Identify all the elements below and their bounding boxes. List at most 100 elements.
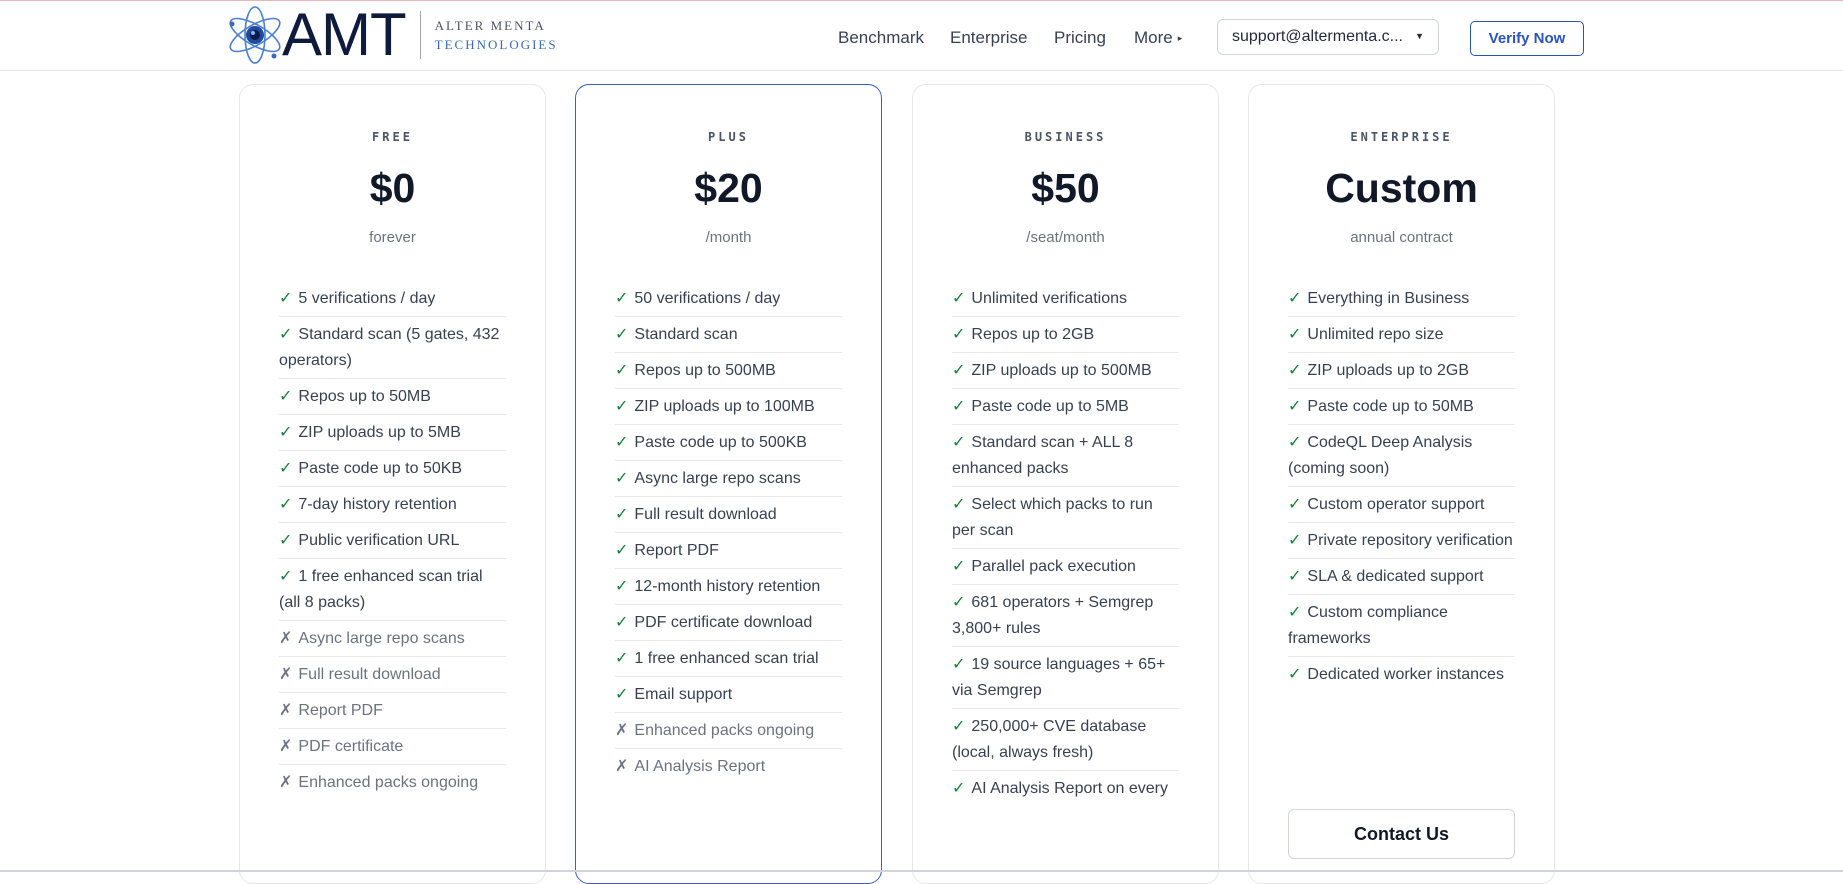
plan-period: /month (705, 229, 752, 246)
feature-item: ✗ Enhanced packs ongoing (615, 713, 842, 749)
feature-text: Private repository verification (1307, 532, 1513, 549)
plan-price: $0 (369, 165, 416, 211)
check-icon: ✓ (1288, 496, 1302, 513)
check-icon: ✓ (279, 532, 293, 549)
chevron-down-icon: ▼ (1415, 31, 1424, 41)
cross-icon: ✗ (615, 758, 629, 775)
feature-text: 19 source languages + 65+ via Semgrep (952, 656, 1166, 699)
brand-mark: AMT (282, 1, 407, 68)
feature-text: Repos up to 2GB (971, 326, 1095, 343)
feature-text: 5 verifications / day (298, 290, 436, 307)
check-icon: ✓ (1288, 398, 1302, 415)
feature-item: ✓ Custom compliance frameworks (1288, 595, 1515, 657)
feature-text: 12-month history retention (634, 578, 821, 595)
check-icon: ✓ (1288, 434, 1302, 451)
feature-text: Email support (634, 686, 733, 703)
feature-text: Full result download (634, 506, 777, 523)
feature-item: ✓ Unlimited repo size (1288, 317, 1515, 353)
feature-text: ZIP uploads up to 500MB (971, 362, 1152, 379)
atom-icon (229, 6, 281, 64)
brand-name-line2: TECHNOLOGIES (434, 37, 558, 52)
plan-tier: PLUS (708, 130, 749, 144)
feature-item: ✓ Standard scan (5 gates, 432 operators) (279, 317, 506, 379)
feature-item: ✓ CodeQL Deep Analysis (coming soon) (1288, 425, 1515, 487)
check-icon: ✓ (1288, 362, 1302, 379)
cross-icon: ✗ (615, 722, 629, 739)
feature-item: ✓ Email support (615, 677, 842, 713)
plan-period: forever (369, 229, 416, 246)
feature-text: Public verification URL (298, 532, 460, 549)
feature-item: ✓ 681 operators + Semgrep 3,800+ rules (952, 585, 1179, 647)
feature-item: ✓ PDF certificate download (615, 605, 842, 641)
check-icon: ✓ (952, 594, 966, 611)
feature-text: Unlimited verifications (971, 290, 1128, 307)
feature-text: 681 operators + Semgrep 3,800+ rules (952, 594, 1154, 637)
check-icon: ✓ (615, 470, 629, 487)
check-icon: ✓ (615, 362, 629, 379)
check-icon: ✓ (279, 568, 293, 585)
feature-text: 1 free enhanced scan trial (all 8 packs) (279, 568, 483, 611)
verify-now-button[interactable]: Verify Now (1470, 21, 1584, 56)
feature-item: ✓ SLA & dedicated support (1288, 559, 1515, 595)
feature-item: ✓ Full result download (615, 497, 842, 533)
feature-list: ✓ Unlimited verifications ✓ Repos up to 2GB… (952, 281, 1179, 806)
feature-text: ZIP uploads up to 100MB (634, 398, 815, 415)
check-icon: ✓ (1288, 326, 1302, 343)
feature-item: ✗ Report PDF (279, 693, 506, 729)
check-icon: ✓ (952, 398, 966, 415)
feature-item: ✓ 12-month history retention (615, 569, 842, 605)
feature-text: Async large repo scans (634, 470, 801, 487)
feature-text: Unlimited repo size (1307, 326, 1444, 343)
cross-icon: ✗ (279, 702, 293, 719)
account-email: support@altermenta.c... (1232, 28, 1403, 45)
plan-price: Custom (1325, 165, 1478, 211)
feature-item: ✓ Everything in Business (1288, 281, 1515, 317)
feature-item: ✓ Paste code up to 50MB (1288, 389, 1515, 425)
feature-text: Custom operator support (1307, 496, 1485, 513)
check-icon: ✓ (615, 434, 629, 451)
feature-item: ✓ 50 verifications / day (615, 281, 842, 317)
check-icon: ✓ (279, 460, 293, 477)
nav-enterprise[interactable]: Enterprise (950, 28, 1027, 48)
account-dropdown[interactable]: support@altermenta.c... ▼ (1217, 19, 1439, 55)
check-icon: ✓ (279, 326, 293, 343)
feature-text: PDF certificate (298, 738, 404, 755)
check-icon: ✓ (279, 496, 293, 513)
plan-card-free: FREE $0 forever ✓ 5 verifications / day ✓ S… (239, 84, 546, 884)
nav-pricing[interactable]: Pricing (1054, 28, 1106, 48)
feature-item: ✓ ZIP uploads up to 2GB (1288, 353, 1515, 389)
feature-item: ✓ 250,000+ CVE database (local, always fr… (952, 709, 1179, 771)
nav-more[interactable]: More ▸ (1134, 28, 1182, 48)
check-icon: ✓ (952, 434, 966, 451)
feature-text: Standard scan (634, 326, 738, 343)
cross-icon: ✗ (279, 774, 293, 791)
feature-item: ✓ Public verification URL (279, 523, 506, 559)
check-icon: ✓ (952, 780, 966, 797)
feature-item: ✓ Repos up to 50MB (279, 379, 506, 415)
check-icon: ✓ (952, 326, 966, 343)
feature-text: Repos up to 500MB (634, 362, 776, 379)
feature-text: 1 free enhanced scan trial (634, 650, 819, 667)
check-icon: ✓ (952, 656, 966, 673)
feature-item: ✗ AI Analysis Report (615, 749, 842, 784)
plan-price: $50 (1031, 165, 1100, 211)
feature-item: ✓ 1 free enhanced scan trial (all 8 packs… (279, 559, 506, 621)
check-icon: ✓ (1288, 568, 1302, 585)
nav-benchmark[interactable]: Benchmark (838, 28, 924, 48)
feature-text: CodeQL Deep Analysis (coming soon) (1288, 434, 1473, 477)
check-icon: ✓ (952, 718, 966, 735)
feature-text: PDF certificate download (634, 614, 813, 631)
feature-item: ✓ Repos up to 500MB (615, 353, 842, 389)
cross-icon: ✗ (279, 666, 293, 683)
feature-item: ✓ ZIP uploads up to 5MB (279, 415, 506, 451)
feature-text: Paste code up to 50MB (1307, 398, 1474, 415)
feature-item: ✓ Repos up to 2GB (952, 317, 1179, 353)
check-icon: ✓ (952, 362, 966, 379)
feature-item: ✓ Async large repo scans (615, 461, 842, 497)
brand-logo[interactable]: AMT ALTER MENTA TECHNOLOGIES (224, 1, 558, 69)
feature-text: 7-day history retention (298, 496, 457, 513)
feature-item: ✓ Parallel pack execution (952, 549, 1179, 585)
check-icon: ✓ (615, 614, 629, 631)
feature-list: ✓ 5 verifications / day ✓ Standard scan (5 … (279, 281, 506, 800)
contact-us-button[interactable]: Contact Us (1288, 809, 1515, 859)
